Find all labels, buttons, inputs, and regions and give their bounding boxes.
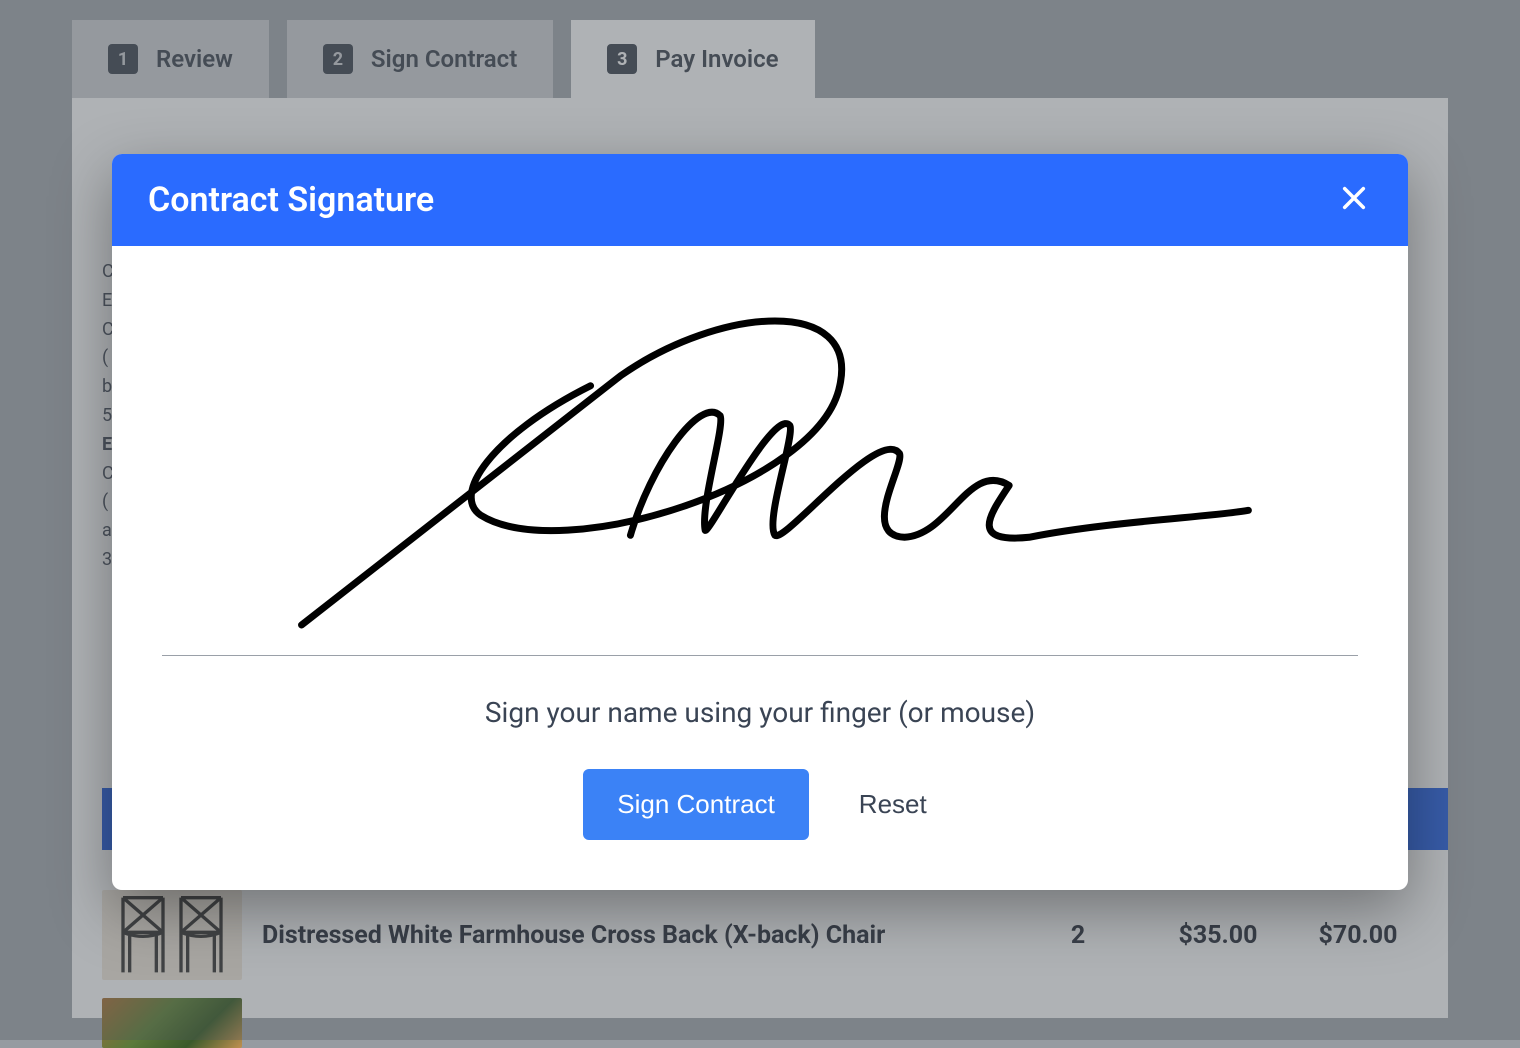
sign-contract-button[interactable]: Sign Contract [583, 769, 809, 840]
button-row: Sign Contract Reset [162, 769, 1358, 840]
signature-modal: Contract Signature Sign your name using … [112, 154, 1408, 890]
modal-title: Contract Signature [148, 180, 434, 220]
close-button[interactable] [1336, 182, 1372, 218]
signature-drawing [162, 286, 1358, 655]
modal-header: Contract Signature [112, 154, 1408, 246]
close-icon [1340, 184, 1368, 216]
modal-body: Sign your name using your finger (or mou… [112, 246, 1408, 890]
signature-pad[interactable] [162, 286, 1358, 656]
signature-hint: Sign your name using your finger (or mou… [162, 696, 1358, 729]
reset-button[interactable]: Reset [849, 769, 937, 840]
